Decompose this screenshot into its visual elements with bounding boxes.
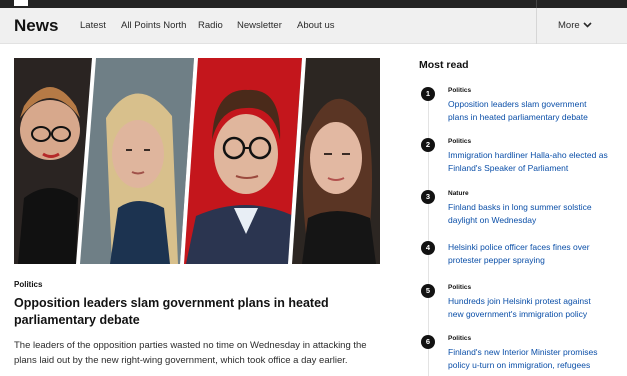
nav-link-newsletter[interactable]: Newsletter <box>237 20 282 31</box>
rank-badge: 4 <box>421 241 435 255</box>
rank-badge: 3 <box>421 190 435 204</box>
most-read-category: Politics <box>448 284 472 291</box>
rank-badge: 5 <box>421 284 435 298</box>
hero-image[interactable] <box>14 58 380 264</box>
most-read-heading: Most read <box>419 59 469 71</box>
chevron-down-icon[interactable] <box>583 21 592 29</box>
nav-link-all-points-north[interactable]: All Points North <box>121 20 186 31</box>
article-category[interactable]: Politics <box>14 280 42 289</box>
top-bar-divider <box>536 0 537 8</box>
logo-mark[interactable] <box>14 0 28 6</box>
most-read-link[interactable]: Immigration hardliner Halla-aho elected … <box>448 149 608 174</box>
nav-link-about-us[interactable]: About us <box>297 20 335 31</box>
rank-badge: 1 <box>421 87 435 101</box>
article-lead: The leaders of the opposition parties wa… <box>14 340 367 366</box>
most-read-link[interactable]: Finland basks in long summer solstice da… <box>448 201 608 226</box>
nav-divider <box>536 8 537 44</box>
section-title-news[interactable]: News <box>14 16 58 36</box>
most-read-category: Politics <box>448 335 472 342</box>
most-read-link[interactable]: Finland's new Interior Minister promises… <box>448 346 608 371</box>
article-headline[interactable]: Opposition leaders slam government plans… <box>14 295 344 328</box>
top-bar <box>0 0 627 8</box>
rank-badge: 6 <box>421 335 435 349</box>
main-navigation: News Latest All Points North Radio Newsl… <box>0 8 627 44</box>
most-read-category: Nature <box>448 190 469 197</box>
most-read-link[interactable]: Hundreds join Helsinki protest against n… <box>448 295 608 320</box>
nav-link-radio[interactable]: Radio <box>198 20 223 31</box>
more-menu-button[interactable]: More <box>558 20 580 31</box>
most-read-link[interactable]: Helsinki police officer faces fines over… <box>448 241 608 266</box>
most-read-link[interactable]: Opposition leaders slam government plans… <box>448 98 608 123</box>
most-read-category: Politics <box>448 138 472 145</box>
most-read-category: Politics <box>448 87 472 94</box>
nav-link-latest[interactable]: Latest <box>80 20 106 31</box>
rank-badge: 2 <box>421 138 435 152</box>
